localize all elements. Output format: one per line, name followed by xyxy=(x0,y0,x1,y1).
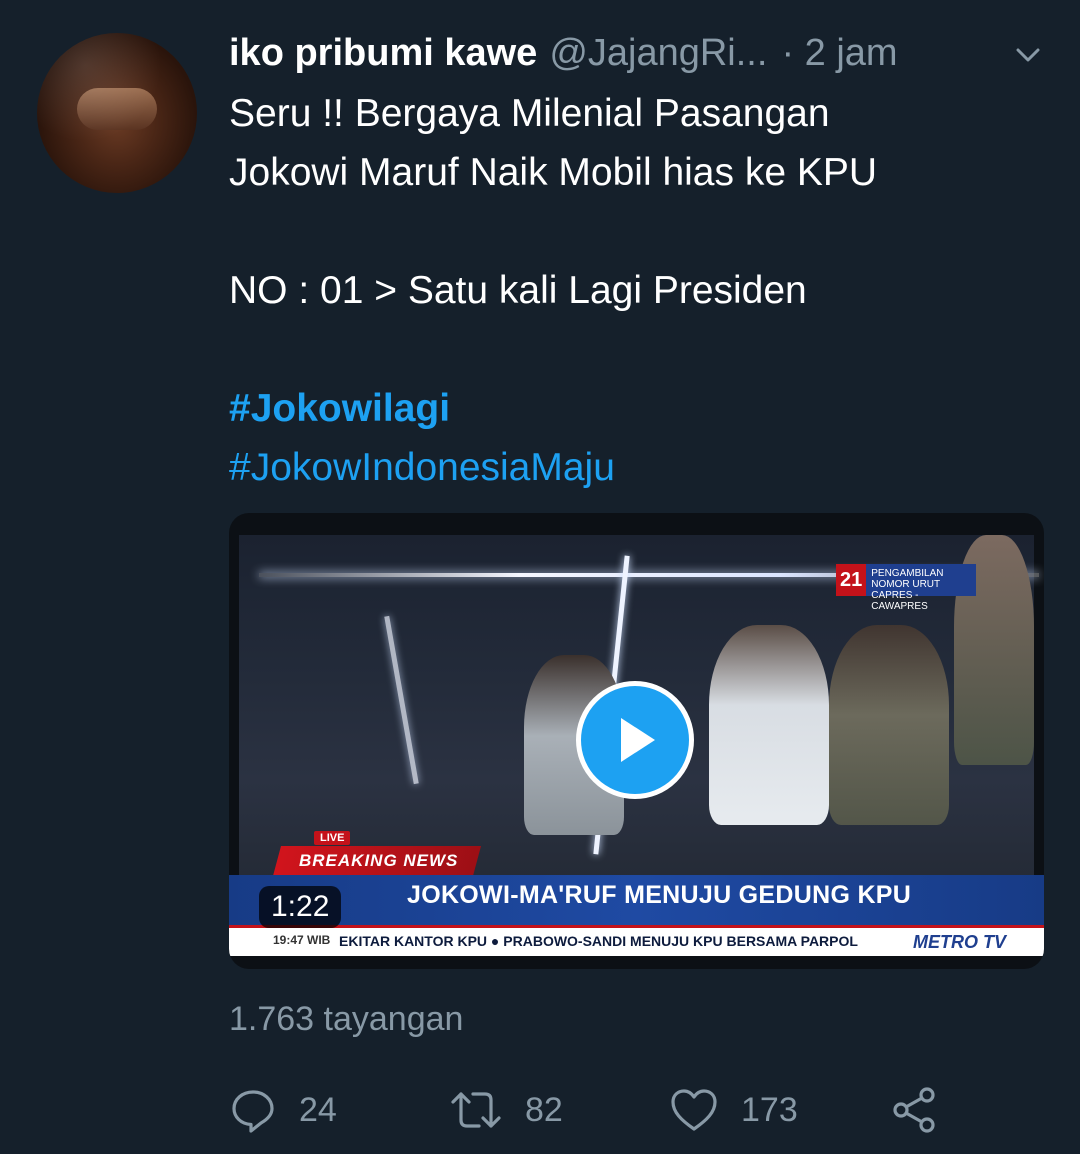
channel-logo: METRO TV xyxy=(913,932,1006,952)
breaking-news-banner: BREAKING NEWS xyxy=(272,846,482,876)
event-badge: 21 PENGAMBILAN NOMOR URUT CAPRES - CAWAP… xyxy=(836,563,976,612)
reply-button[interactable]: 24 xyxy=(229,1082,337,1138)
chevron-down-icon[interactable] xyxy=(1013,40,1043,70)
retweet-count: 82 xyxy=(525,1090,563,1129)
share-icon xyxy=(889,1085,939,1135)
video-headline: JOKOWI-MA'RUF MENUJU GEDUNG KPU xyxy=(407,881,912,909)
play-button[interactable] xyxy=(576,681,694,799)
view-count: 1.763 tayangan xyxy=(229,1000,464,1038)
video-player[interactable]: 21 PENGAMBILAN NOMOR URUT CAPRES - CAWAP… xyxy=(229,513,1044,969)
tweet-time[interactable]: · 2 jam xyxy=(781,32,897,75)
tweet-line: Jokowi Maruf Naik Mobil hias ke KPU xyxy=(229,151,878,194)
like-button[interactable]: 173 xyxy=(669,1082,798,1138)
user-name[interactable]: iko pribumi kawe xyxy=(229,32,537,75)
tweet-text: Seru !! Bergaya Milenial Pasangan Jokowi… xyxy=(229,84,1049,497)
tweet-header: iko pribumi kawe @JajangRi... · 2 jam xyxy=(229,28,1059,78)
play-icon xyxy=(621,718,655,762)
avatar[interactable] xyxy=(37,33,197,193)
heart-icon xyxy=(669,1086,719,1134)
tweet-line xyxy=(229,202,1049,261)
tweet-line xyxy=(229,320,1049,379)
retweet-icon xyxy=(449,1086,503,1134)
reply-count: 24 xyxy=(299,1090,337,1129)
like-count: 173 xyxy=(741,1090,798,1129)
share-button[interactable] xyxy=(889,1082,939,1138)
user-handle[interactable]: @JajangRi... xyxy=(549,32,767,75)
hashtag-link[interactable]: #JokowIndonesiaMaju xyxy=(229,438,1049,497)
tweet-line: Seru !! Bergaya Milenial Pasangan xyxy=(229,92,830,135)
live-badge: LIVE xyxy=(314,831,351,845)
hashtag-link[interactable]: #Jokowilagi xyxy=(229,379,1049,438)
news-ticker: 19:47 WIB EKITAR KANTOR KPU ● PRABOWO-SA… xyxy=(229,925,1044,956)
tweet[interactable]: iko pribumi kawe @JajangRi... · 2 jam Se… xyxy=(0,0,1080,1154)
tweet-actions: 24 82 173 xyxy=(229,1082,1049,1138)
reply-icon xyxy=(229,1086,277,1134)
tweet-line: NO : 01 > Satu kali Lagi Presiden xyxy=(229,269,807,312)
retweet-button[interactable]: 82 xyxy=(449,1082,563,1138)
video-duration: 1:22 xyxy=(259,886,342,928)
